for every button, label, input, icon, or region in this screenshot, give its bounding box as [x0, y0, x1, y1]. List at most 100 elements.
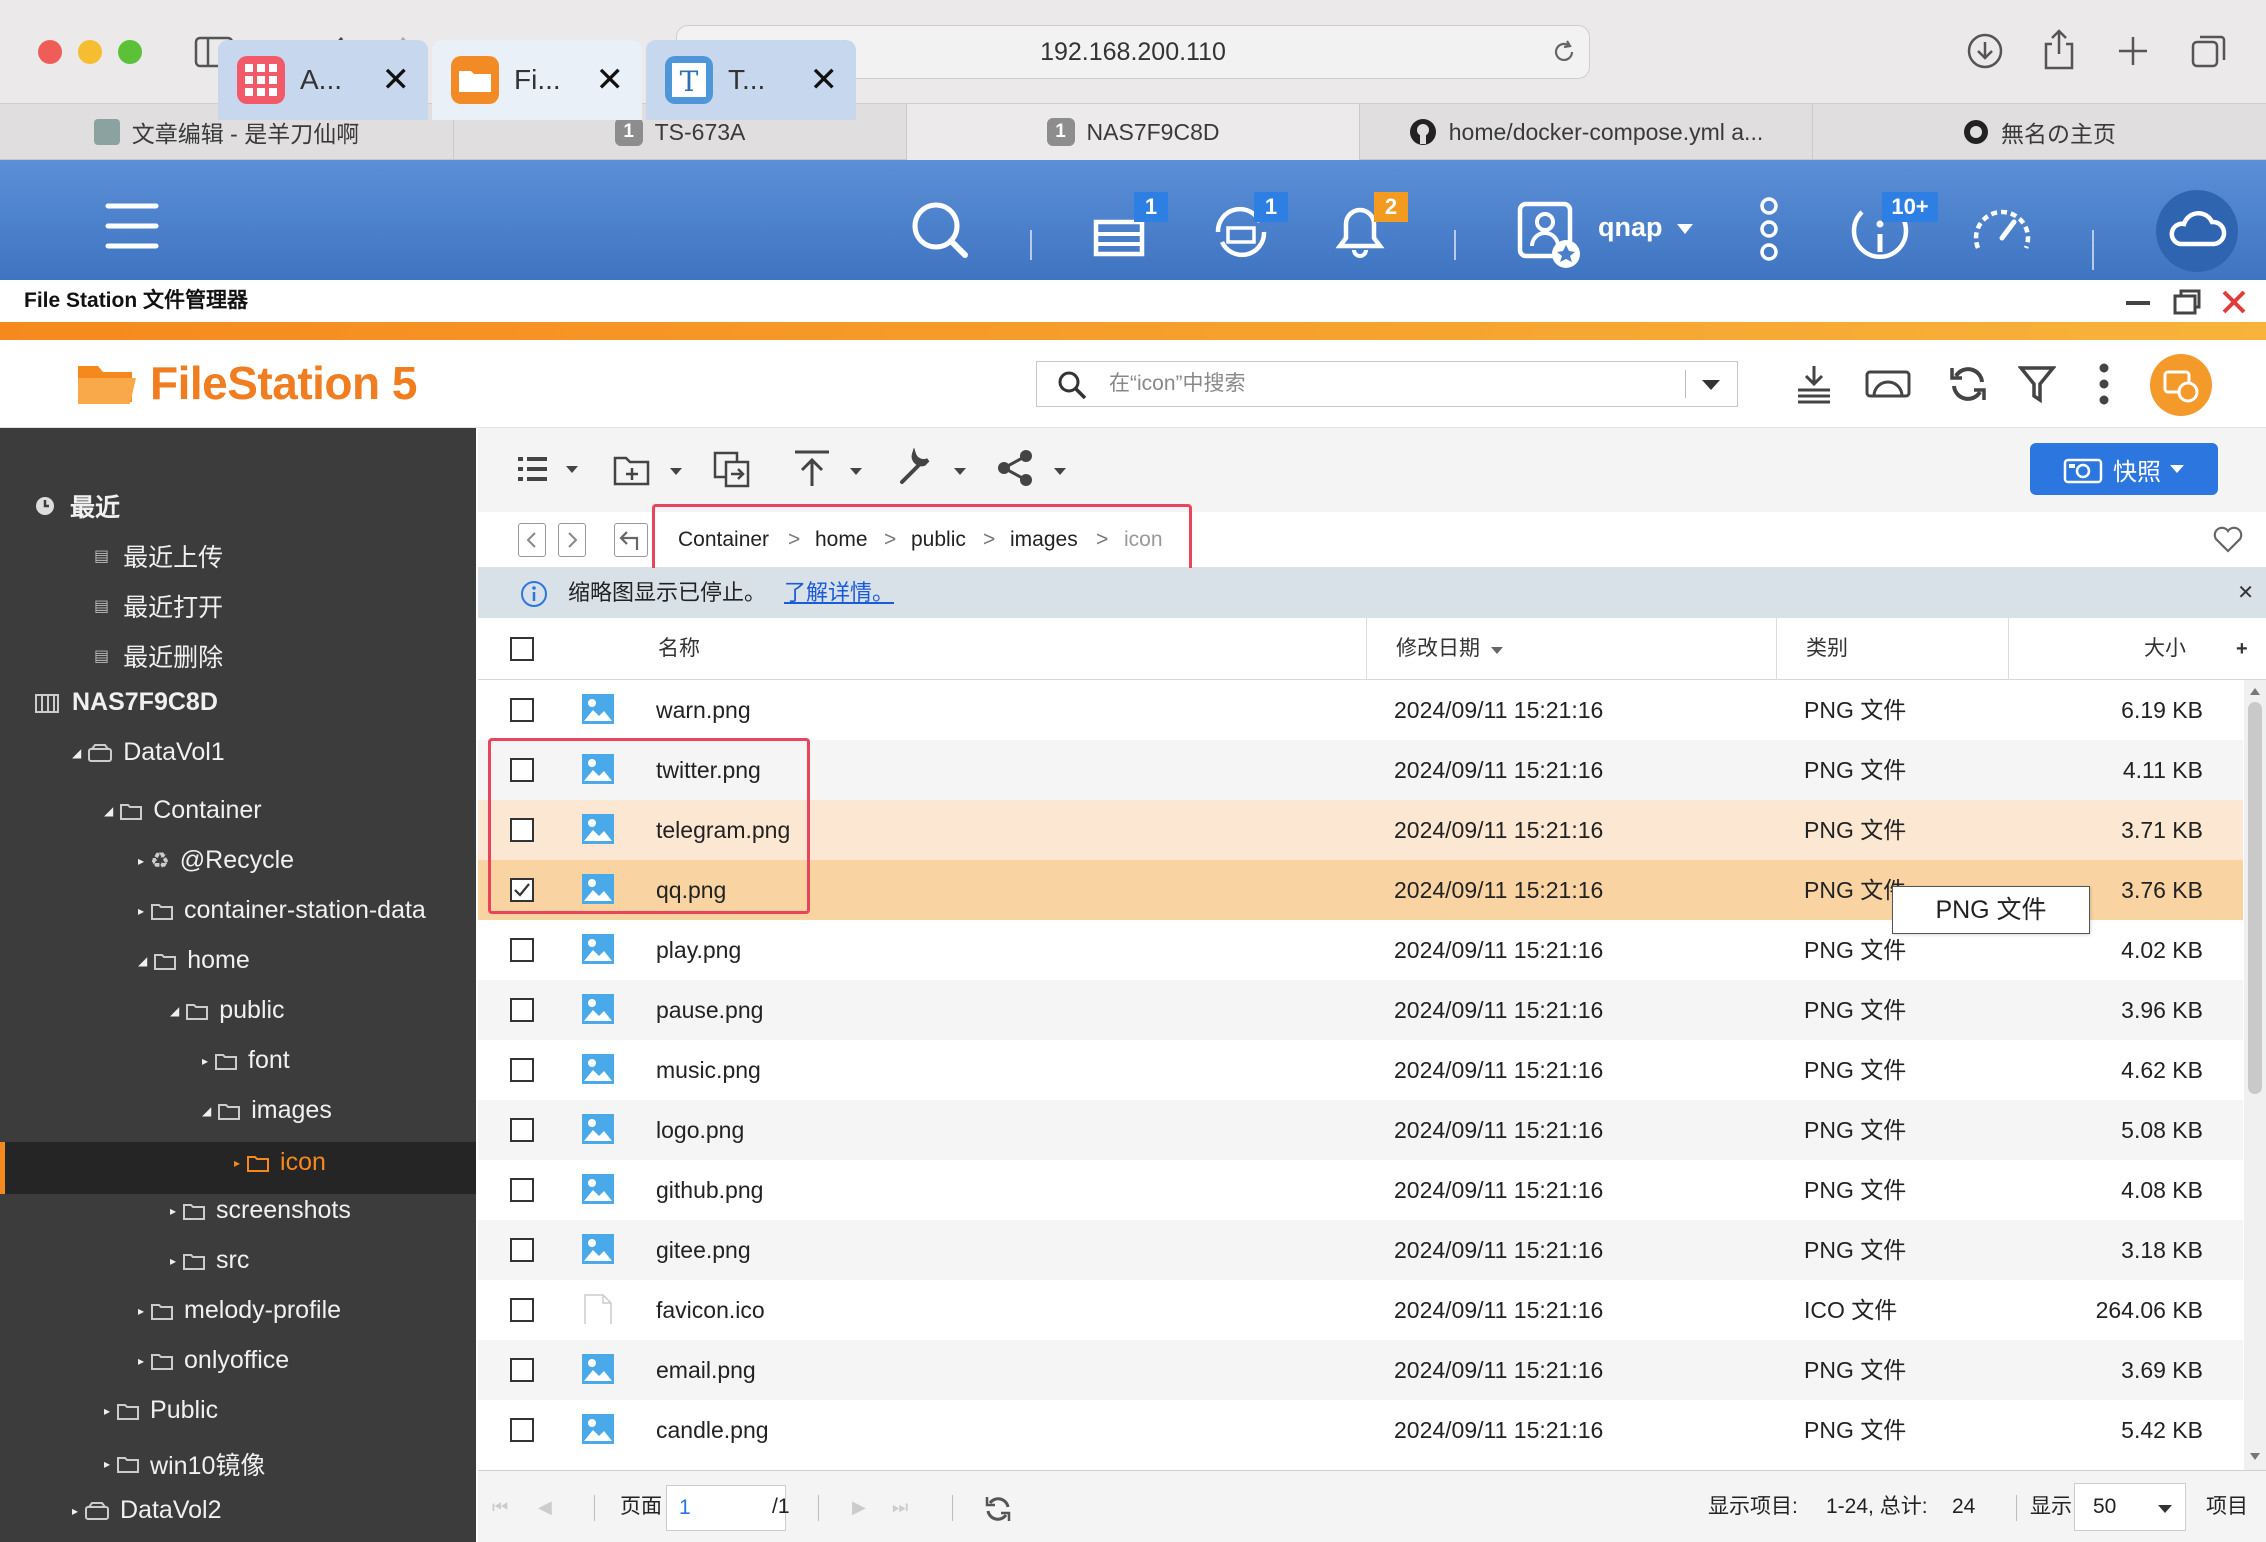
row-checkbox[interactable] — [510, 698, 534, 722]
taskbar-app-text-editor[interactable]: T T... ✕ — [646, 40, 856, 120]
resource-monitor-icon[interactable] — [1970, 200, 2034, 262]
first-page-icon[interactable]: ⏮ — [492, 1471, 508, 1542]
table-row[interactable]: github.png 2024/09/11 15:21:16 PNG 文件 4.08 … — [478, 1160, 2243, 1220]
tree-public-share[interactable]: ▸ Public — [104, 1396, 218, 1425]
prev-page-icon[interactable]: ◀ — [538, 1471, 552, 1542]
user-icon[interactable] — [1516, 196, 1584, 272]
tree-recent-delete[interactable]: ▤ 最近删除 — [94, 638, 223, 674]
tree-container-station-data[interactable]: ▸ container-station-data — [138, 896, 426, 925]
tree-nas[interactable]: NAS7F9C8D — [34, 688, 218, 717]
table-row[interactable]: email.png 2024/09/11 15:21:16 PNG 文件 3.69 K… — [478, 1340, 2243, 1400]
close-app-icon[interactable]: ✕ — [810, 60, 839, 100]
expand-arrow-icon[interactable]: ◢ — [202, 1104, 211, 1118]
tree-src[interactable]: ▸ src — [170, 1246, 249, 1275]
search-icon[interactable] — [910, 200, 970, 260]
heart-icon[interactable] — [2212, 524, 2244, 554]
expand-arrow-icon[interactable]: ◢ — [72, 746, 81, 760]
zoom-window-button[interactable] — [118, 40, 142, 64]
scroll-up-icon[interactable] — [2249, 686, 2261, 696]
row-checkbox[interactable] — [510, 1418, 534, 1442]
tree-datavol1[interactable]: ◢ DataVol1 — [72, 738, 225, 767]
expand-arrow-icon[interactable]: ▸ — [170, 1204, 176, 1218]
row-checkbox[interactable] — [510, 998, 534, 1022]
remote-mount-icon[interactable] — [1864, 364, 1912, 404]
search-box[interactable]: 在“icon”中搜索 — [1036, 361, 1738, 407]
scrollbar-thumb[interactable] — [2248, 702, 2262, 1094]
new-tab-icon[interactable] — [2116, 34, 2150, 68]
select-all-checkbox[interactable] — [510, 637, 534, 661]
row-checkbox[interactable] — [510, 1358, 534, 1382]
storage-icon[interactable] — [1794, 362, 1834, 406]
caret-down-icon[interactable] — [1676, 222, 1694, 236]
row-checkbox[interactable] — [510, 938, 534, 962]
upload-icon[interactable] — [792, 448, 864, 488]
expand-arrow-icon[interactable]: ▸ — [138, 1354, 144, 1368]
tree-home[interactable]: ◢ home — [138, 946, 250, 975]
scrollbar-track[interactable] — [2244, 680, 2266, 1470]
table-row[interactable]: warn.png 2024/09/11 15:21:16 PNG 文件 6.19 KB — [478, 680, 2243, 740]
close-info-icon[interactable]: ✕ — [2237, 568, 2254, 618]
tree-datavol2[interactable]: ▸ DataVol2 — [72, 1496, 222, 1525]
filter-icon[interactable] — [2018, 364, 2056, 404]
expand-arrow-icon[interactable]: ▸ — [104, 1404, 110, 1418]
table-row[interactable]: logo.png 2024/09/11 15:21:16 PNG 文件 5.08 KB — [478, 1100, 2243, 1160]
next-page-icon[interactable]: ▶ — [852, 1471, 866, 1542]
tree-recycle[interactable]: ▸ ♻ @Recycle — [138, 846, 294, 875]
expand-arrow-icon[interactable]: ▸ — [234, 1156, 240, 1170]
share-icon[interactable] — [2042, 28, 2076, 70]
table-row[interactable]: gitee.png 2024/09/11 15:21:16 PNG 文件 3.18 K… — [478, 1220, 2243, 1280]
myqnapcloud-button[interactable] — [2156, 190, 2238, 272]
snapshot-button[interactable]: 快照 — [2030, 443, 2218, 495]
tab-overview-icon[interactable] — [2190, 32, 2228, 70]
row-checkbox[interactable] — [510, 1178, 534, 1202]
table-row[interactable]: candle.png 2024/09/11 15:21:16 PNG 文件 5.42 … — [478, 1400, 2243, 1460]
close-icon[interactable] — [2220, 288, 2248, 316]
expand-arrow-icon[interactable]: ▸ — [170, 1254, 176, 1268]
share-link-icon[interactable] — [996, 448, 1068, 488]
scroll-down-icon[interactable] — [2249, 1452, 2261, 1462]
tree-icon-folder[interactable]: ▸ icon — [234, 1148, 326, 1177]
background-task-button[interactable] — [2150, 354, 2212, 416]
tree-public[interactable]: ◢ public — [170, 996, 285, 1025]
main-menu-icon[interactable] — [104, 200, 160, 252]
reload-icon[interactable] — [1550, 38, 1578, 66]
column-size[interactable]: 大小 — [2144, 618, 2186, 680]
tree-recent[interactable]: 最近 — [34, 488, 120, 524]
tree-onlyoffice[interactable]: ▸ onlyoffice — [138, 1346, 289, 1375]
tab-nas7f9c8d[interactable]: 1 NAS7F9C8D — [907, 104, 1360, 160]
new-folder-icon[interactable] — [612, 450, 684, 488]
sort-desc-icon[interactable] — [1490, 646, 1504, 656]
expand-arrow-icon[interactable]: ▸ — [202, 1054, 208, 1068]
expand-arrow-icon[interactable]: ▸ — [72, 1504, 78, 1518]
tree-win10[interactable]: ▸ win10镜像 — [104, 1446, 265, 1482]
copy-move-icon[interactable] — [712, 450, 752, 488]
expand-arrow-icon[interactable]: ◢ — [104, 804, 113, 818]
minimize-window-button[interactable] — [78, 40, 102, 64]
tools-icon[interactable] — [896, 448, 968, 488]
learn-more-link[interactable]: 了解详情。 — [784, 568, 894, 618]
tree-container[interactable]: ◢ Container — [104, 796, 262, 825]
table-row[interactable]: music.png 2024/09/11 15:21:16 PNG 文件 4.62 K… — [478, 1040, 2243, 1100]
taskbar-app-filestation[interactable]: Fi... ✕ — [432, 40, 642, 120]
close-app-icon[interactable]: ✕ — [382, 60, 411, 100]
close-window-button[interactable] — [38, 40, 62, 64]
row-checkbox[interactable] — [510, 1298, 534, 1322]
more-menu-icon[interactable] — [2096, 362, 2112, 406]
tree-recent-open[interactable]: ▤ 最近打开 — [94, 588, 223, 624]
expand-arrow-icon[interactable]: ▸ — [104, 1457, 110, 1471]
tree-font[interactable]: ▸ font — [202, 1046, 290, 1075]
column-name[interactable]: 名称 — [658, 618, 700, 680]
refresh-icon[interactable] — [1948, 364, 1988, 404]
tree-melody-profile[interactable]: ▸ melody-profile — [138, 1296, 341, 1325]
tree-screenshots[interactable]: ▸ screenshots — [170, 1196, 351, 1225]
row-checkbox[interactable] — [510, 1238, 534, 1262]
refresh-icon[interactable] — [984, 1495, 1012, 1523]
row-checkbox[interactable] — [510, 1058, 534, 1082]
download-icon[interactable] — [1966, 32, 2004, 70]
page-input[interactable]: 1 — [666, 1485, 786, 1531]
view-mode-icon[interactable] — [516, 452, 584, 486]
caret-down-icon[interactable] — [1701, 378, 1721, 392]
more-options-icon[interactable] — [1756, 196, 1782, 262]
column-type[interactable]: 类别 — [1806, 618, 1848, 680]
taskbar-app-appcenter[interactable]: A... ✕ — [218, 40, 428, 120]
